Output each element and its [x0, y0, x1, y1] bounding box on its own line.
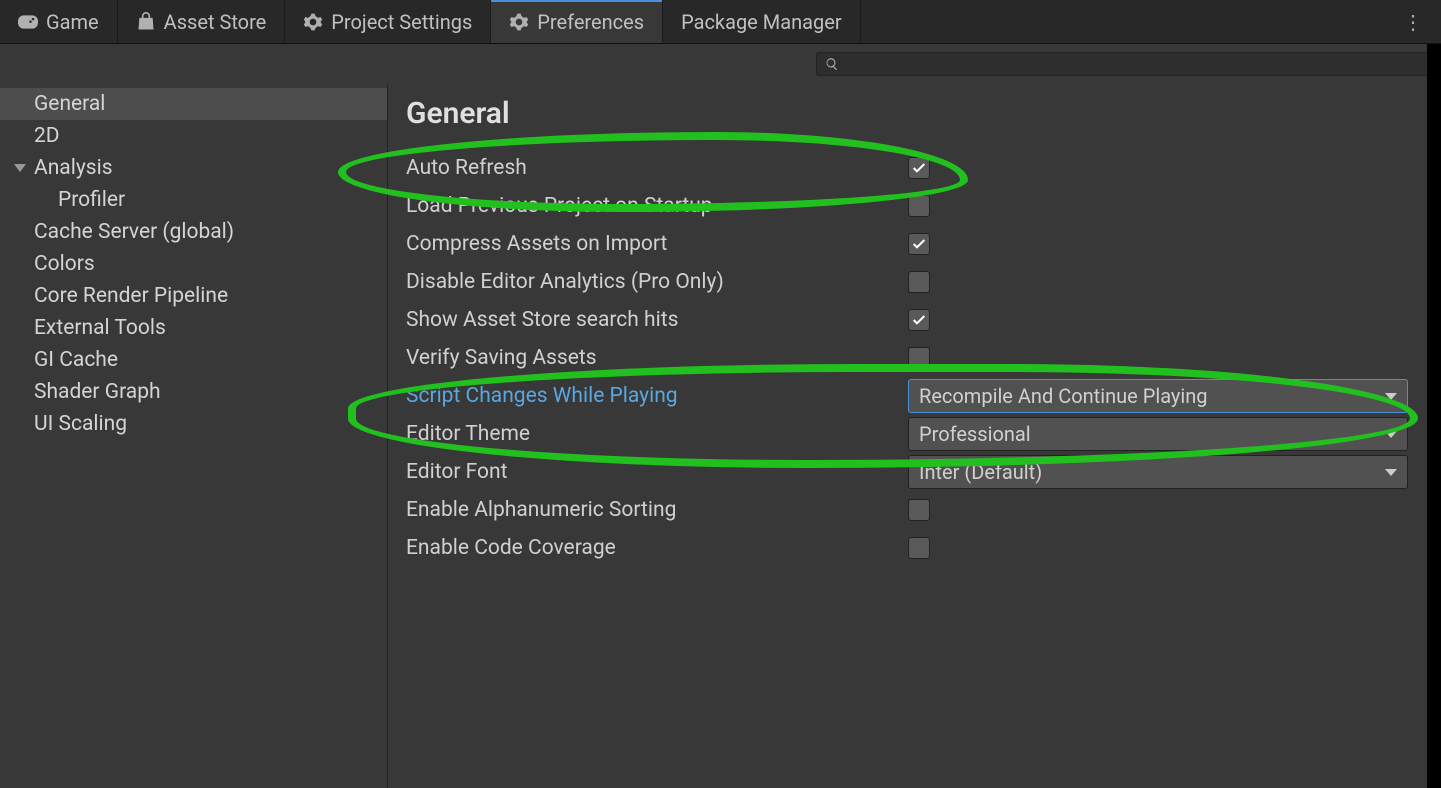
row-code-coverage: Enable Code Coverage — [406, 529, 1423, 567]
sidebar-label: Profiler — [58, 188, 125, 212]
sidebar-item-colors[interactable]: Colors — [0, 248, 387, 280]
sidebar-label: Core Render Pipeline — [34, 284, 228, 308]
gear-icon — [303, 12, 323, 32]
checkbox-show-asset-store[interactable] — [908, 309, 930, 331]
sidebar-label: Cache Server (global) — [34, 220, 234, 244]
row-disable-analytics: Disable Editor Analytics (Pro Only) — [406, 263, 1423, 301]
expand-arrow-icon — [14, 164, 26, 172]
row-script-changes: Script Changes While Playing Recompile A… — [406, 377, 1423, 415]
tab-label: Package Manager — [681, 10, 842, 34]
tab-asset-store[interactable]: Asset Store — [118, 0, 286, 43]
sidebar-label: UI Scaling — [34, 412, 127, 436]
caret-down-icon — [1385, 393, 1397, 400]
sidebar-item-2d[interactable]: 2D — [0, 120, 387, 152]
checkbox-compress-assets[interactable] — [908, 233, 930, 255]
tab-package-manager[interactable]: Package Manager — [663, 0, 861, 43]
gear-icon — [509, 12, 529, 32]
sidebar-label: Analysis — [34, 156, 113, 180]
setting-label: Editor Theme — [406, 422, 908, 446]
row-compress-assets: Compress Assets on Import — [406, 225, 1423, 263]
checkbox-alphanumeric-sorting[interactable] — [908, 499, 930, 521]
select-script-changes[interactable]: Recompile And Continue Playing — [908, 379, 1408, 413]
search-icon — [825, 57, 839, 71]
sidebar-item-profiler[interactable]: Profiler — [0, 184, 387, 216]
kebab-menu-icon[interactable]: ⋮ — [1387, 0, 1441, 43]
sidebar-item-core-render-pipeline[interactable]: Core Render Pipeline — [0, 280, 387, 312]
setting-label: Enable Alphanumeric Sorting — [406, 498, 908, 522]
tab-project-settings[interactable]: Project Settings — [285, 0, 491, 43]
row-alphanumeric-sorting: Enable Alphanumeric Sorting — [406, 491, 1423, 529]
checkbox-disable-analytics[interactable] — [908, 271, 930, 293]
tab-bar: Game Asset Store Project Settings Prefer… — [0, 0, 1441, 44]
row-show-asset-store: Show Asset Store search hits — [406, 301, 1423, 339]
checkbox-load-previous[interactable] — [908, 195, 930, 217]
row-editor-theme: Editor Theme Professional — [406, 415, 1423, 453]
sidebar-item-gi-cache[interactable]: GI Cache — [0, 344, 387, 376]
select-editor-font[interactable]: Inter (Default) — [908, 455, 1408, 489]
select-value: Recompile And Continue Playing — [919, 384, 1208, 408]
setting-label: Compress Assets on Import — [406, 232, 908, 256]
content-area: General 2D Analysis Profiler Cache Serve… — [0, 84, 1441, 788]
row-editor-font: Editor Font Inter (Default) — [406, 453, 1423, 491]
row-auto-refresh: Auto Refresh — [406, 149, 1423, 187]
sidebar-label: GI Cache — [34, 348, 118, 372]
checkbox-auto-refresh[interactable] — [908, 157, 930, 179]
tab-label: Asset Store — [164, 10, 267, 34]
tab-label: Game — [46, 10, 99, 34]
setting-label: Show Asset Store search hits — [406, 308, 908, 332]
sidebar-label: Colors — [34, 252, 95, 276]
select-editor-theme[interactable]: Professional — [908, 417, 1408, 451]
sidebar-item-external-tools[interactable]: External Tools — [0, 312, 387, 344]
row-verify-saving: Verify Saving Assets — [406, 339, 1423, 377]
checkbox-verify-saving[interactable] — [908, 347, 930, 369]
sidebar-label: Shader Graph — [34, 380, 161, 404]
row-load-previous: Load Previous Project on Startup — [406, 187, 1423, 225]
sidebar-label: External Tools — [34, 316, 166, 340]
setting-label: Script Changes While Playing — [406, 384, 908, 408]
caret-down-icon — [1385, 469, 1397, 476]
main-panel: General Auto Refresh Load Previous Proje… — [388, 84, 1441, 788]
checkbox-code-coverage[interactable] — [908, 537, 930, 559]
bag-icon — [136, 12, 156, 32]
tab-label: Preferences — [537, 10, 644, 34]
setting-label: Enable Code Coverage — [406, 536, 908, 560]
setting-label: Auto Refresh — [406, 156, 908, 180]
sidebar-item-ui-scaling[interactable]: UI Scaling — [0, 408, 387, 440]
sidebar-item-shader-graph[interactable]: Shader Graph — [0, 376, 387, 408]
tab-label: Project Settings — [331, 10, 472, 34]
sidebar-item-general[interactable]: General — [0, 88, 387, 120]
caret-down-icon — [1385, 431, 1397, 438]
section-title: General — [406, 96, 1423, 131]
search-row — [0, 44, 1441, 84]
sidebar-label: 2D — [34, 124, 60, 148]
right-edge-scrollbar[interactable] — [1427, 44, 1441, 788]
sidebar: General 2D Analysis Profiler Cache Serve… — [0, 84, 388, 788]
sidebar-label: General — [34, 92, 105, 116]
setting-label: Disable Editor Analytics (Pro Only) — [406, 270, 908, 294]
gamepad-icon — [18, 12, 38, 32]
setting-label: Verify Saving Assets — [406, 346, 908, 370]
tab-preferences[interactable]: Preferences — [491, 0, 663, 43]
sidebar-item-cache-server[interactable]: Cache Server (global) — [0, 216, 387, 248]
setting-label: Editor Font — [406, 460, 908, 484]
tab-game[interactable]: Game — [0, 0, 118, 43]
sidebar-item-analysis[interactable]: Analysis — [0, 152, 387, 184]
select-value: Professional — [919, 422, 1031, 446]
setting-label: Load Previous Project on Startup — [406, 194, 908, 218]
select-value: Inter (Default) — [919, 460, 1042, 484]
search-input[interactable] — [816, 52, 1431, 76]
